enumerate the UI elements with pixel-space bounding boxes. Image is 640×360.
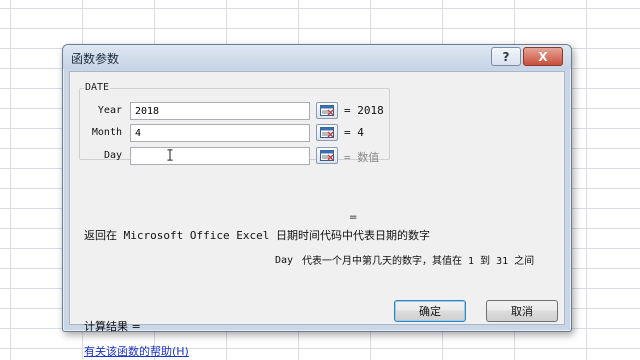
day-result-hint: = 数值 bbox=[344, 151, 380, 164]
calculation-result: 计算结果 = bbox=[84, 320, 141, 333]
day-ref-button[interactable] bbox=[316, 147, 338, 164]
collapse-dialog-icon bbox=[320, 127, 334, 138]
collapse-dialog-icon bbox=[320, 150, 334, 161]
collapse-dialog-icon bbox=[320, 105, 334, 116]
formula-result-eq: = bbox=[349, 212, 358, 223]
help-button[interactable]: ? bbox=[491, 47, 521, 66]
dialog-title: 函数参数 bbox=[71, 52, 120, 66]
month-result: = 4 bbox=[344, 126, 364, 139]
year-ref-button[interactable] bbox=[316, 102, 338, 119]
text-cursor-icon bbox=[167, 149, 173, 161]
arg-label-month: Month bbox=[91, 127, 122, 138]
day-input[interactable] bbox=[130, 147, 310, 165]
argument-description-text: 代表一个月中第几天的数字，其值在 1 到 31 之间 bbox=[302, 256, 535, 267]
cancel-button[interactable]: 取消 bbox=[486, 300, 558, 322]
arg-label-year: Year bbox=[97, 105, 122, 116]
argument-description-name: Day bbox=[275, 255, 294, 266]
year-result: = 2018 bbox=[344, 104, 384, 117]
function-name: DATE bbox=[84, 82, 111, 93]
year-input[interactable] bbox=[130, 102, 310, 120]
month-input[interactable] bbox=[130, 124, 310, 142]
dialog-client-area: DATE Year = 2018 Month = bbox=[69, 71, 565, 358]
function-help-link[interactable]: 有关该函数的帮助(H) bbox=[84, 343, 189, 359]
arg-label-day: Day bbox=[103, 150, 122, 161]
function-arguments-dialog: 函数参数 ? X DATE Year = 2018 Month bbox=[62, 44, 572, 358]
ok-button[interactable]: 确定 bbox=[394, 300, 466, 322]
title-bar[interactable]: 函数参数 ? X bbox=[63, 45, 571, 69]
month-ref-button[interactable] bbox=[316, 124, 338, 141]
close-button[interactable]: X bbox=[523, 47, 563, 66]
function-description: 返回在 Microsoft Office Excel 日期时间代码中代表日期的数… bbox=[84, 229, 430, 242]
